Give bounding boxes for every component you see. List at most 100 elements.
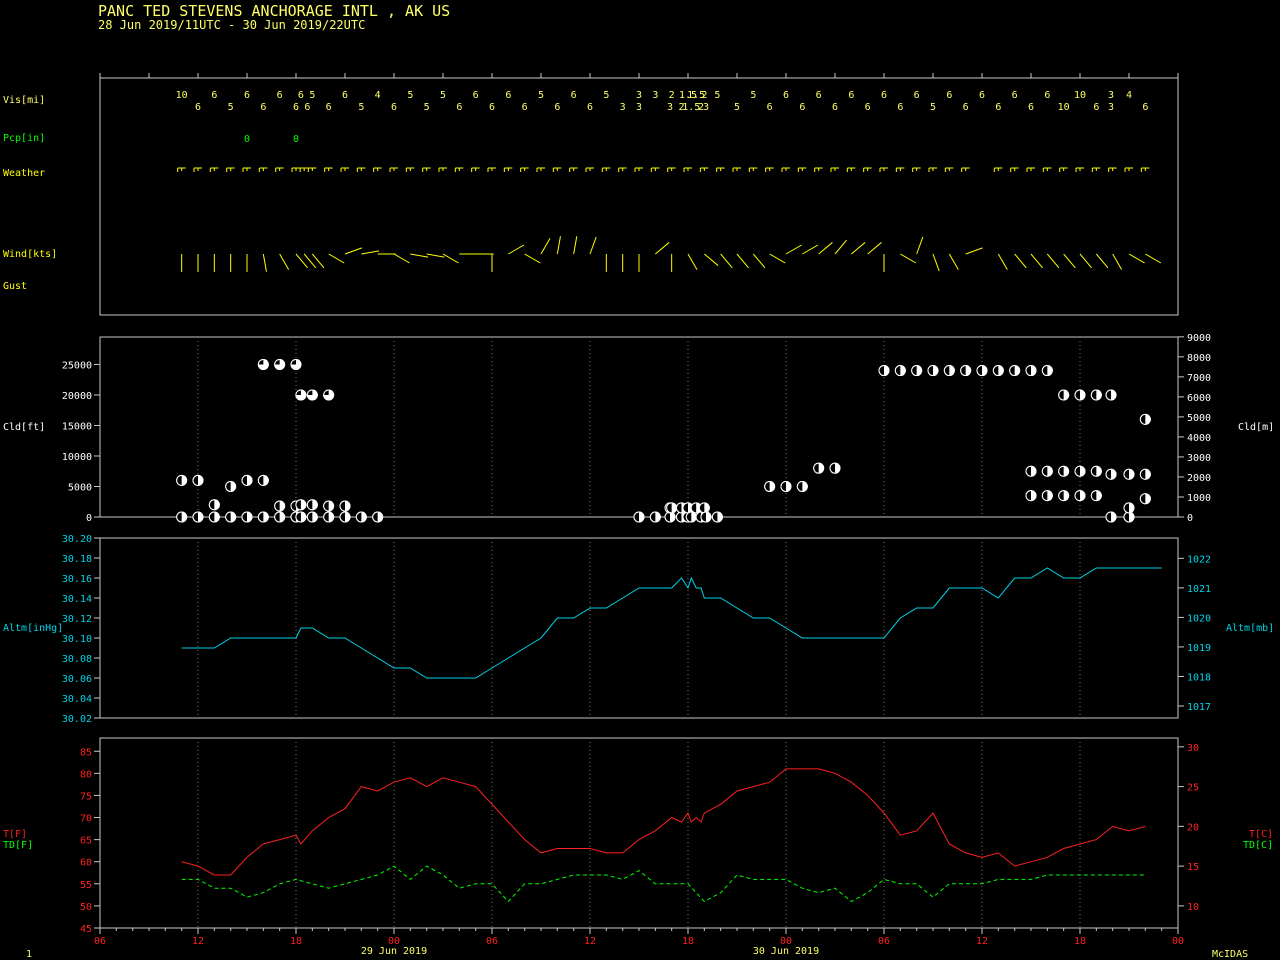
- weather-symbol: [226, 167, 235, 172]
- temp-right-tick-label: 10: [1187, 902, 1199, 913]
- vis-value: 6: [848, 90, 854, 101]
- cloud-symbol: [1139, 493, 1151, 505]
- time-tick-label: 00: [1172, 936, 1184, 947]
- weather-symbol: [1108, 167, 1117, 172]
- vis-value: 10: [1074, 90, 1086, 101]
- cloud-symbol-cover: [340, 512, 345, 522]
- weather-symbol: [307, 167, 317, 172]
- weather-symbol: [585, 167, 594, 172]
- weather-symbol: [1010, 167, 1019, 172]
- wind-barbs: [181, 236, 1162, 272]
- wind-barb: [361, 250, 380, 255]
- weather-symbol: [503, 167, 513, 172]
- cloud-symbol: [306, 389, 318, 401]
- cloud-ft-tick-label: 0: [86, 513, 92, 524]
- cloud-symbol: [813, 462, 825, 474]
- cloud-right-label: Cld[m]: [1238, 422, 1274, 433]
- vis-value: 5: [930, 102, 936, 113]
- cloud-symbol-cover: [274, 512, 280, 522]
- vis-value: 10: [1058, 102, 1070, 113]
- cloud-ft-tick-label: 5000: [68, 482, 92, 493]
- cloud-symbol: [1041, 465, 1053, 477]
- weather-symbol: [993, 167, 1003, 172]
- vis-value: 3: [636, 102, 642, 113]
- temp-left-tick-label: 80: [80, 769, 92, 780]
- cloud-symbol: [1074, 490, 1086, 502]
- cloud-m-tick-label: 9000: [1187, 333, 1211, 344]
- weather-symbol: [863, 167, 872, 172]
- wind-barb: [687, 253, 698, 270]
- cloud-symbol: [1009, 365, 1021, 377]
- cloud-symbol: [295, 389, 307, 401]
- dewpoint-right-label: TD[C]: [1243, 840, 1273, 851]
- alt-left-tick-label: 30.18: [62, 554, 92, 565]
- alt-right-tick-label: 1020: [1187, 613, 1211, 624]
- vis-value: 6: [783, 90, 789, 101]
- time-tick-label: 18: [1074, 936, 1086, 947]
- date-labels: 29 Jun 2019 30 Jun 2019: [361, 946, 819, 957]
- vis-value: 4: [375, 90, 381, 101]
- cloud-symbol-cover: [1026, 490, 1031, 501]
- weather-symbol: [373, 167, 382, 172]
- cloud-symbol-cover: [1042, 365, 1048, 376]
- weather-symbol: [879, 167, 888, 172]
- cloud-symbol-cover: [1042, 490, 1048, 501]
- vis-value: 6: [1012, 90, 1018, 101]
- time-tick-label: 06: [486, 936, 498, 947]
- cloud-symbol: [306, 511, 318, 523]
- cloud-symbol: [1025, 365, 1037, 377]
- cloud-symbol-cover: [242, 475, 247, 486]
- temp-right-tick-label: 15: [1187, 862, 1199, 873]
- cloud-symbol: [764, 480, 776, 492]
- cloud-ft-tick-label: 25000: [62, 360, 92, 371]
- weather-symbol: [634, 167, 643, 172]
- alt-left-tick-label: 30.06: [62, 674, 92, 685]
- cloud-ft-tick-label: 10000: [62, 452, 92, 463]
- weather-symbol: [1026, 167, 1035, 172]
- time-tick-label: 12: [584, 936, 596, 947]
- vis-value: 6: [767, 102, 773, 113]
- weather-symbol: [1059, 167, 1068, 172]
- alt-left-label: Altm[inHg]: [3, 623, 63, 634]
- cloud-symbol-cover: [291, 501, 296, 512]
- weather-symbol: [912, 167, 921, 172]
- wind-barb: [262, 253, 267, 272]
- cloud-symbol: [274, 358, 286, 370]
- wind-barb: [524, 253, 541, 264]
- cloud-symbol: [664, 511, 676, 523]
- weather-symbol: [830, 167, 839, 172]
- weather-symbol: [536, 167, 545, 172]
- wind-barb: [589, 236, 597, 255]
- obs-panel-frame: [99, 77, 1179, 316]
- vis-value: 6: [260, 102, 266, 113]
- cloud-symbol-cover: [1009, 365, 1015, 376]
- cloud-grid: [197, 337, 1081, 517]
- wind-barb: [1046, 253, 1060, 269]
- temp-right-tick-label: 25: [1187, 783, 1199, 794]
- weather-symbol: [797, 167, 807, 172]
- weather-symbol: [895, 167, 905, 172]
- vis-value: 6: [995, 102, 1001, 113]
- wind-barb: [1030, 253, 1043, 269]
- vis-value: 6: [816, 90, 822, 101]
- cloud-symbol-cover: [1140, 493, 1146, 504]
- time-tick-label: 12: [976, 936, 988, 947]
- alt-panel-frame: [99, 537, 1179, 719]
- temp-right-tick-label: 20: [1187, 822, 1199, 833]
- cloud-symbol: [290, 358, 302, 370]
- cloud-m-tick-label: 3000: [1187, 453, 1211, 464]
- alt-left-tick-label: 30.10: [62, 634, 92, 645]
- temp-left-tick-label: 50: [80, 902, 92, 913]
- cloud-symbol: [208, 511, 220, 523]
- temp-left-tick-label: 70: [80, 814, 92, 825]
- time-axis: 06 12 18 00 06 12 18 00 06 12 18 00: [94, 928, 1184, 947]
- weather-symbol: [781, 167, 790, 172]
- weather-symbol: [291, 167, 300, 172]
- time-tick-label: 12: [192, 936, 204, 947]
- cloud-symbol-cover: [1026, 466, 1031, 477]
- cloud-symbol: [796, 480, 808, 492]
- cloud-symbol-cover: [209, 512, 215, 522]
- cloud-ft-tick-label: 20000: [62, 391, 92, 402]
- wind-barb: [867, 242, 882, 255]
- vis-value: 6: [505, 90, 511, 101]
